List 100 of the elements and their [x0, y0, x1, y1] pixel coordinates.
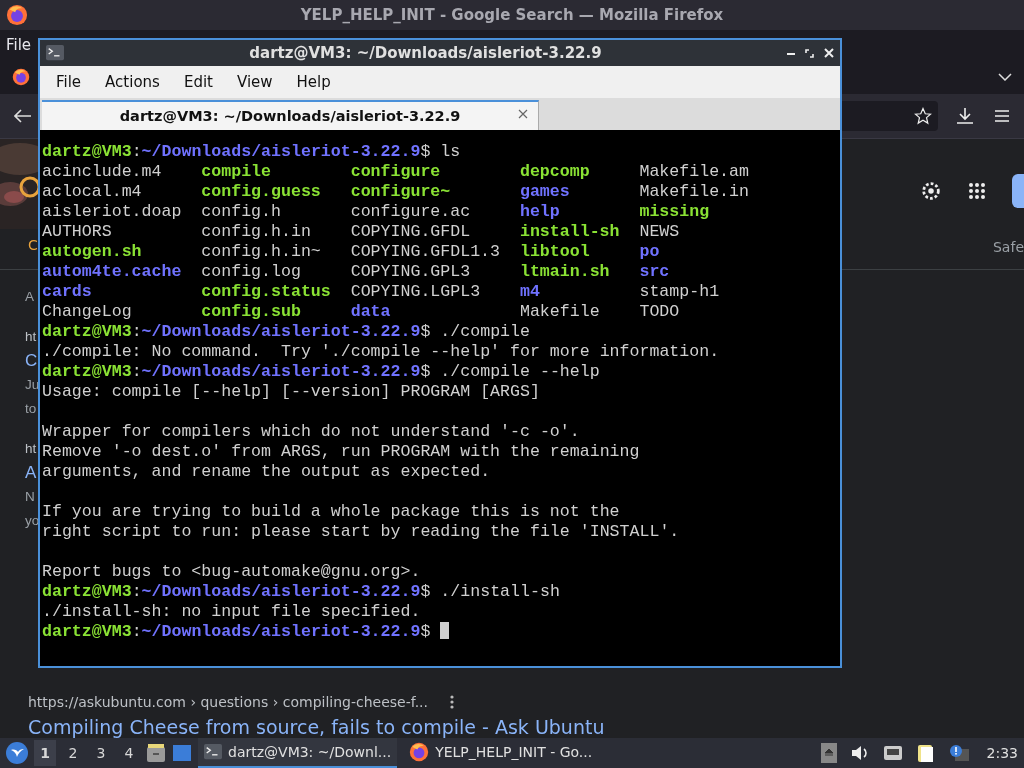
file-name: Makefile.am [639, 162, 749, 182]
file-cabinet-icon[interactable] [146, 743, 166, 763]
file-name: help [519, 202, 560, 222]
file-name: ChangeLog [42, 302, 132, 322]
network-icon[interactable] [882, 745, 903, 761]
settings-icon[interactable] [920, 180, 942, 202]
file-name: COPYING.LGPL3 [350, 282, 481, 302]
file-name: Makefile [519, 302, 600, 322]
file-name: TODO [639, 302, 680, 322]
menu-item[interactable]: File [44, 73, 94, 91]
file-name: data [350, 302, 391, 322]
maximize-icon[interactable] [805, 48, 814, 58]
result-link[interactable]: C [25, 350, 40, 372]
safesearch-label[interactable]: Safe [993, 239, 1024, 255]
file-name: install-sh [519, 222, 620, 242]
firefox-icon [12, 68, 30, 86]
clock: 2:33 [986, 745, 1018, 761]
terminal-icon [46, 45, 64, 61]
file-name: acinclude.m4 [42, 162, 162, 182]
result-snippet: N [25, 488, 36, 506]
file-name: depcomp [519, 162, 590, 182]
apps-grid-icon[interactable] [968, 182, 986, 200]
file-name: aisleriot.doap [42, 202, 182, 222]
terminal-tab[interactable]: dartz@VM3: ~/Downloads/aisleriot-3.22.9 [42, 100, 539, 130]
bird-logo-icon[interactable] [6, 742, 28, 764]
file-name: configure [350, 162, 441, 182]
file-name: po [639, 242, 660, 262]
file-name: missing [639, 202, 710, 222]
menu-item[interactable]: File [6, 36, 32, 54]
menu-item[interactable]: View [224, 73, 285, 91]
sign-in-button[interactable] [1012, 174, 1024, 208]
download-icon[interactable] [956, 107, 974, 125]
clipboard-icon[interactable] [916, 743, 935, 763]
file-name: config.sub [201, 302, 301, 322]
terminal-output-line: ./compile: No command. Try './compile --help' for more information. [42, 342, 721, 362]
close-icon[interactable] [518, 109, 528, 119]
terminal-icon [204, 744, 222, 760]
file-name: COPYING.GPL3 [350, 262, 471, 282]
file-name: games [519, 182, 570, 202]
workspace-button[interactable]: 2 [62, 740, 84, 766]
file-name: m4 [519, 282, 540, 302]
window-title: dartz@VM3: ~/Downloads/aisleriot-3.22.9 [248, 44, 603, 62]
file-name: stamp-h1 [639, 282, 720, 302]
menu-item[interactable]: Actions [93, 73, 172, 91]
speaker-icon[interactable] [850, 745, 869, 761]
file-name: COPYING.GFDL1.3 [350, 242, 501, 262]
terminal-prompt-line: dartz@VM3:~/Downloads/aisleriot-3.22.9$ ls [42, 142, 462, 162]
terminal-output-line: Wrapper for compilers which do not understand '-c -o'. [42, 422, 581, 442]
result-link[interactable]: A [25, 462, 40, 484]
window-title: YELP_HELP_INIT - Google Search — Mozilla Firefox [299, 6, 725, 24]
file-name: configure.ac [350, 202, 471, 222]
file-name: config.h.in [201, 222, 311, 242]
workspace-button[interactable]: 4 [118, 740, 140, 766]
file-name: src [639, 262, 670, 282]
file-name: config.guess [201, 182, 321, 202]
result-link[interactable]: Compiling Cheese from source, fails to compile - Ask Ubuntu [28, 716, 605, 738]
file-name: libtool [519, 242, 590, 262]
file-name: config.log [201, 262, 301, 282]
terminal-prompt-line: dartz@VM3:~/Downloads/aisleriot-3.22.9$ ./compile --help [42, 362, 601, 382]
result-snippet: Ju [25, 376, 40, 394]
taskbar-task[interactable]: dartz@VM3: ~/Downl... [198, 738, 398, 768]
file-name: cards [42, 282, 92, 302]
workspace-button[interactable]: 3 [90, 740, 112, 766]
terminal-output-line: ./install-sh: no input file specified. [42, 602, 422, 622]
terminal-output-line: Remove '-o dest.o' from ARGS, run PROGRAM with the remaining [42, 442, 641, 462]
desktop-icon[interactable] [172, 744, 192, 762]
taskbar-task[interactable]: YELP_HELP_INIT - Go... [403, 738, 599, 768]
star-icon[interactable] [914, 107, 932, 125]
result-url: ht [25, 328, 38, 346]
file-name: autogen.sh [42, 242, 142, 262]
terminal-prompt-line: dartz@VM3:~/Downloads/aisleriot-3.22.9$ [42, 622, 840, 642]
file-name: NEWS [639, 222, 680, 242]
file-name: Makefile.in [639, 182, 749, 202]
menu-item[interactable]: Help [284, 73, 343, 91]
notification-icon[interactable] [948, 744, 969, 762]
file-name: autom4te.cache [42, 262, 182, 282]
result-snippet: A [25, 288, 35, 306]
file-name: compile [201, 162, 272, 182]
file-name: configure~ [350, 182, 451, 202]
firefox-icon [409, 742, 430, 762]
chevron-down-icon[interactable] [998, 73, 1012, 81]
minimize-icon[interactable] [787, 51, 795, 55]
workspace-button[interactable]: 1 [34, 740, 56, 766]
terminal-output-line: right script to run: please start by reading the file 'INSTALL'. [42, 522, 681, 542]
result-url: ht [25, 440, 38, 458]
file-name: ltmain.sh [519, 262, 610, 282]
tab-label[interactable]: C [28, 237, 38, 253]
terminal-output-line: Report bugs to <bug-automake@gnu.org>. [42, 562, 422, 582]
terminal-output-line: arguments, and rename the output as expected. [42, 462, 492, 482]
result-snippet: to [25, 400, 38, 418]
file-name: COPYING.GFDL [350, 222, 471, 242]
terminal-prompt-line: dartz@VM3:~/Downloads/aisleriot-3.22.9$ ./install-sh [42, 582, 561, 602]
menu-icon[interactable] [994, 109, 1010, 123]
file-name: config.status [201, 282, 331, 302]
back-arrow-icon[interactable] [14, 109, 32, 123]
eject-icon[interactable] [820, 743, 837, 763]
more-options-icon[interactable] [450, 695, 454, 709]
result-url: https://askubuntu.com › questions › compiling-cheese-f... [28, 694, 428, 710]
menu-item[interactable]: Edit [171, 73, 225, 91]
file-name: aclocal.m4 [42, 182, 142, 202]
